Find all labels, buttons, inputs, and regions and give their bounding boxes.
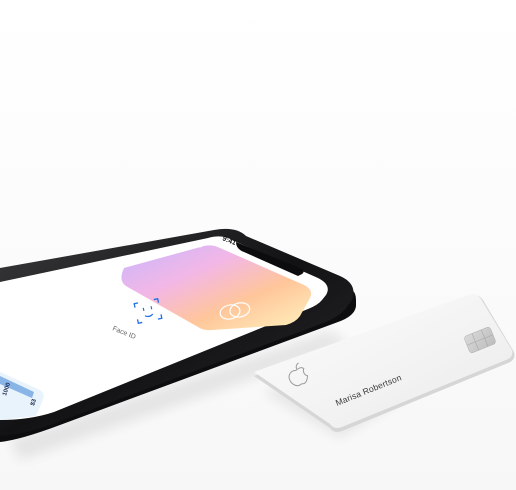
iphone: 9:41 Face ID 1000 $3 xyxy=(0,228,356,460)
scene-illustration: 9:41 Face ID 1000 $3 Marisa Robertson xyxy=(0,228,515,460)
product-scene: 9:41 Face ID 1000 $3 Marisa Robertson xyxy=(0,0,516,490)
